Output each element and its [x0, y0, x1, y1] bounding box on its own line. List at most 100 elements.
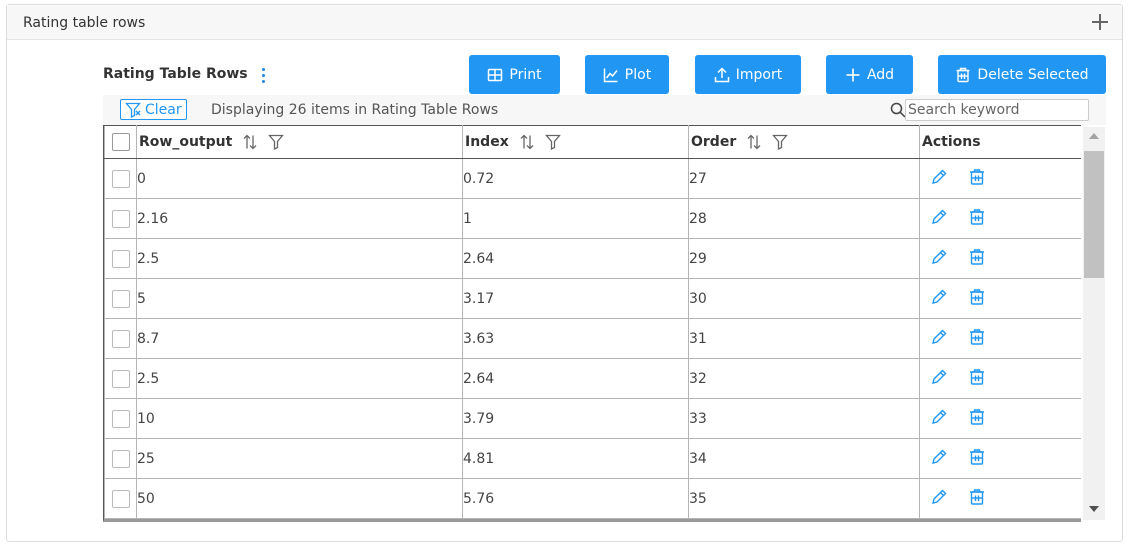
cell-order[interactable]: 30	[688, 278, 920, 319]
items-count-text: Displaying 26 items in Rating Table Rows	[211, 102, 499, 118]
row-select-cell	[104, 318, 137, 359]
row-checkbox[interactable]	[111, 169, 130, 188]
more-options-icon[interactable]	[259, 66, 269, 86]
cell-actions	[919, 358, 1081, 399]
trash-icon[interactable]	[968, 208, 986, 230]
filter-icon[interactable]	[268, 134, 285, 150]
cell-actions	[919, 478, 1081, 519]
cell-index[interactable]: 2.64	[462, 358, 689, 399]
cell-row-output[interactable]: 0	[136, 158, 463, 199]
cell-row-output[interactable]: 5	[136, 278, 463, 319]
row-checkbox[interactable]	[111, 289, 130, 308]
cell-order[interactable]: 34	[688, 438, 920, 479]
scroll-thumb[interactable]	[1084, 151, 1104, 278]
section-title: Rating Table Rows	[103, 66, 248, 82]
table-row[interactable]: 2.5 2.64 32	[104, 358, 1081, 399]
cell-index[interactable]: 3.63	[462, 318, 689, 359]
cell-row-output[interactable]: 2.5	[136, 358, 463, 399]
row-select-cell	[104, 358, 137, 399]
row-checkbox[interactable]	[111, 249, 130, 268]
add-button[interactable]: Add	[826, 55, 913, 94]
table-row[interactable]: 25 4.81 34	[104, 438, 1081, 479]
sort-icon[interactable]	[519, 134, 535, 150]
cell-order[interactable]: 32	[688, 358, 920, 399]
cell-row-output[interactable]: 8.7	[136, 318, 463, 359]
table-row[interactable]: 0 0.72 27	[104, 158, 1081, 199]
clear-filter-button[interactable]: Clear	[120, 99, 187, 120]
cell-index[interactable]: 1	[462, 198, 689, 239]
trash-icon[interactable]	[968, 408, 986, 430]
import-button[interactable]: Import	[695, 55, 801, 94]
column-header-row-output[interactable]: Row_output	[136, 125, 463, 159]
table-row[interactable]: 5 3.17 30	[104, 278, 1081, 319]
pencil-icon[interactable]	[930, 368, 948, 390]
sort-icon[interactable]	[746, 134, 762, 150]
cell-order[interactable]: 35	[688, 478, 920, 519]
pencil-icon[interactable]	[930, 408, 948, 430]
pencil-icon[interactable]	[930, 328, 948, 350]
add-label: Add	[866, 66, 895, 83]
row-checkbox[interactable]	[111, 489, 130, 508]
pencil-icon[interactable]	[930, 208, 948, 230]
cell-index[interactable]: 5.76	[462, 478, 689, 519]
row-checkbox[interactable]	[111, 329, 130, 348]
panel-title: Rating table rows	[23, 15, 146, 31]
table-row[interactable]: 8.7 3.63 31	[104, 318, 1081, 359]
column-header-order[interactable]: Order	[688, 125, 920, 159]
sort-icon[interactable]	[242, 134, 258, 150]
cell-order[interactable]: 27	[688, 158, 920, 199]
trash-icon[interactable]	[968, 288, 986, 310]
plot-button[interactable]: Plot	[585, 55, 669, 94]
row-checkbox[interactable]	[111, 449, 130, 468]
row-select-cell	[104, 158, 137, 199]
cell-actions	[919, 238, 1081, 279]
panel-header[interactable]: Rating table rows	[7, 5, 1122, 40]
trash-icon[interactable]	[968, 168, 986, 190]
scroll-up-arrow[interactable]	[1089, 133, 1099, 139]
pencil-icon[interactable]	[930, 488, 948, 510]
print-button[interactable]: Print	[469, 55, 560, 94]
table-row[interactable]: 2.5 2.64 29	[104, 238, 1081, 279]
search-input[interactable]	[905, 99, 1089, 121]
expand-plus-icon[interactable]	[1090, 12, 1110, 32]
filter-icon[interactable]	[772, 134, 789, 150]
cell-order[interactable]: 33	[688, 398, 920, 439]
plus-icon	[846, 68, 860, 81]
scroll-down-arrow[interactable]	[1089, 506, 1099, 512]
table-row[interactable]: 50 5.76 35	[104, 478, 1081, 519]
pencil-icon[interactable]	[930, 288, 948, 310]
vertical-scrollbar[interactable]	[1083, 127, 1105, 520]
filter-icon[interactable]	[544, 134, 561, 150]
pencil-icon[interactable]	[930, 248, 948, 270]
cell-index[interactable]: 3.79	[462, 398, 689, 439]
trash-icon[interactable]	[968, 328, 986, 350]
trash-icon[interactable]	[968, 248, 986, 270]
row-checkbox[interactable]	[111, 369, 130, 388]
cell-order[interactable]: 29	[688, 238, 920, 279]
cell-index[interactable]: 4.81	[462, 438, 689, 479]
cell-row-output[interactable]: 10	[136, 398, 463, 439]
cell-index[interactable]: 0.72	[462, 158, 689, 199]
trash-icon[interactable]	[968, 368, 986, 390]
plot-label: Plot	[624, 66, 652, 83]
table-body: 0 0.72 27 2.16 1 28 2.5 2.64 29 5 3.17 30 8.7 3.63 31 2…	[104, 158, 1081, 519]
delete-selected-button[interactable]: Delete Selected	[938, 55, 1106, 94]
cell-index[interactable]: 3.17	[462, 278, 689, 319]
table-row[interactable]: 2.16 1 28	[104, 198, 1081, 239]
cell-row-output[interactable]: 2.16	[136, 198, 463, 239]
cell-order[interactable]: 28	[688, 198, 920, 239]
row-checkbox[interactable]	[111, 209, 130, 228]
select-all-checkbox[interactable]	[111, 133, 130, 151]
column-header-index[interactable]: Index	[462, 125, 689, 159]
row-checkbox[interactable]	[111, 409, 130, 428]
pencil-icon[interactable]	[930, 168, 948, 190]
table-row[interactable]: 10 3.79 33	[104, 398, 1081, 439]
cell-row-output[interactable]: 50	[136, 478, 463, 519]
pencil-icon[interactable]	[930, 448, 948, 470]
cell-row-output[interactable]: 25	[136, 438, 463, 479]
cell-row-output[interactable]: 2.5	[136, 238, 463, 279]
cell-index[interactable]: 2.64	[462, 238, 689, 279]
trash-icon[interactable]	[968, 448, 986, 470]
cell-order[interactable]: 31	[688, 318, 920, 359]
trash-icon[interactable]	[968, 488, 986, 510]
